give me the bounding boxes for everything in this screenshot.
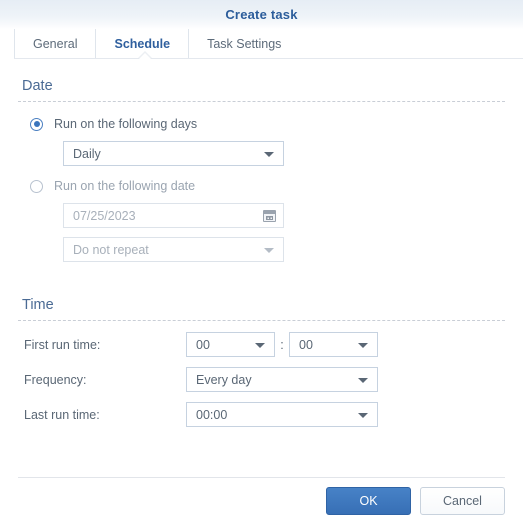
radio-row-following-days[interactable]: Run on the following days [18,113,505,135]
first-run-minute-value: 00 [299,337,313,352]
last-run-time-select[interactable]: 00:00 [186,402,378,427]
repeat-select-value: Do not repeat [73,242,149,257]
time-section-heading: Time [22,297,54,313]
date-input-wrapper: 07/25/2023 [18,203,505,228]
days-frequency-select-value: Daily [73,146,101,161]
first-run-time-label: First run time: [24,337,101,352]
last-run-time-label: Last run time: [24,407,100,422]
radio-label-run-following-date[interactable]: Run on the following date [54,179,195,193]
first-run-time-controls: 00 : 00 [186,332,378,357]
dialog-title: Create task [225,7,298,22]
frequency-select-value: Every day [196,372,252,387]
calendar-icon[interactable] [263,209,276,222]
tab-task-settings[interactable]: Task Settings [188,29,299,59]
dialog-content: Date Run on the following days Daily Run… [0,59,523,427]
chevron-down-icon [358,377,368,383]
chevron-down-icon [264,247,274,253]
frequency-row: Frequency: Every day [18,367,505,392]
date-input-value: 07/25/2023 [73,208,136,223]
ok-button[interactable]: OK [326,487,411,515]
date-input[interactable]: 07/25/2023 [63,203,284,228]
cancel-button[interactable]: Cancel [420,487,505,515]
chevron-down-icon [264,151,274,157]
footer-divider [18,477,505,478]
time-section-divider [18,320,505,321]
first-run-hour-value: 00 [196,337,210,352]
last-run-time-value: 00:00 [196,407,228,422]
dialog-footer: OK Cancel [0,487,523,515]
radio-run-following-date[interactable] [30,179,43,193]
first-run-hour-select[interactable]: 00 [186,332,275,357]
chevron-down-icon [358,412,368,418]
chevron-down-icon [255,342,265,348]
date-section-heading: Date [22,78,53,94]
days-frequency-select[interactable]: Daily [63,141,284,166]
radio-row-following-date[interactable]: Run on the following date [18,175,505,197]
first-run-time-row: First run time: 00 : 00 [18,332,505,357]
radio-label-run-following-days[interactable]: Run on the following days [54,117,197,131]
days-dropdown-wrapper: Daily [18,141,505,166]
tab-bar: General Schedule Task Settings [0,29,523,59]
frequency-label: Frequency: [24,372,87,387]
radio-run-following-days[interactable] [30,117,43,131]
time-separator: : [280,337,284,352]
dialog-titlebar: Create task [0,0,523,29]
repeat-dropdown-wrapper: Do not repeat [18,237,505,262]
repeat-select[interactable]: Do not repeat [63,237,284,262]
last-run-time-row: Last run time: 00:00 [18,402,505,427]
frequency-select[interactable]: Every day [186,367,378,392]
chevron-down-icon [358,342,368,348]
first-run-minute-select[interactable]: 00 [289,332,378,357]
tab-general[interactable]: General [14,29,95,59]
date-section-divider [18,101,505,102]
